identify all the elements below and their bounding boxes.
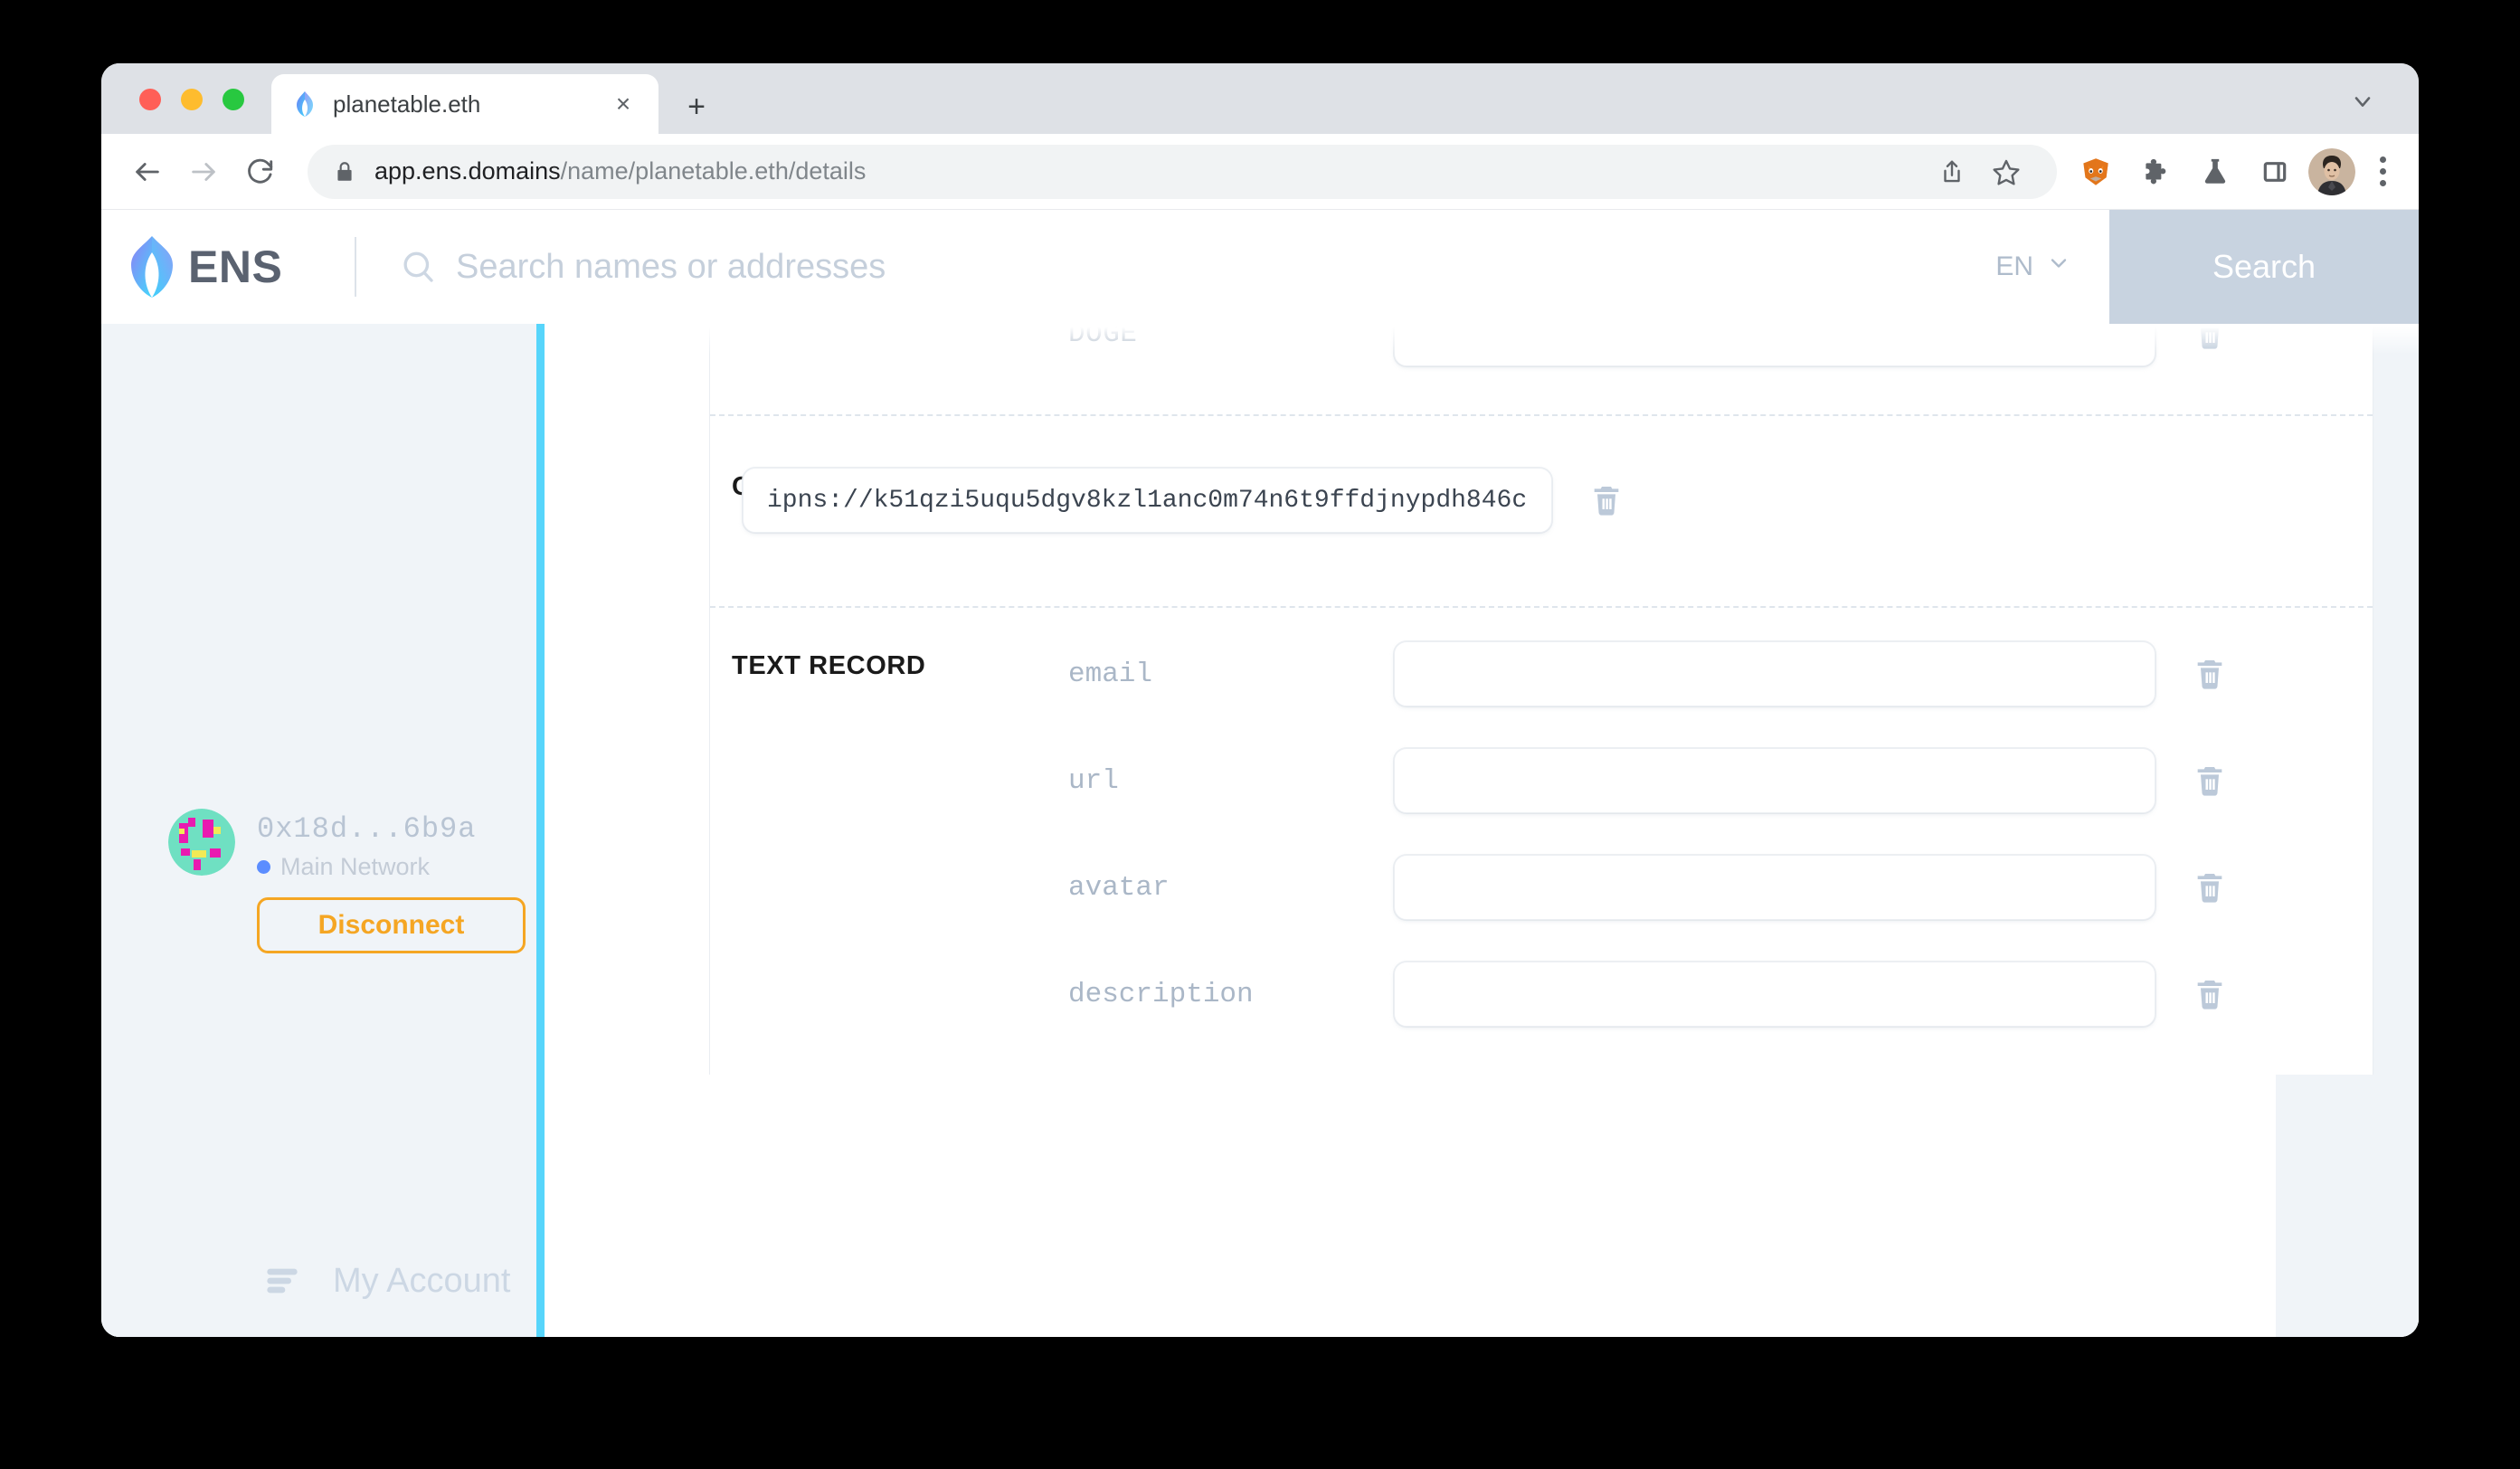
browser-window: planetable.eth × + app.ens.domains/name/…	[101, 63, 2419, 1337]
close-icon[interactable]: ×	[608, 89, 639, 119]
disconnect-button[interactable]: Disconnect	[257, 897, 526, 953]
record-key: DOGE	[1068, 324, 1138, 350]
record-key: avatar	[1068, 871, 1170, 904]
section-content: CONTENT	[710, 414, 2373, 606]
record-key: url	[1068, 764, 1119, 797]
ens-wordmark: ENS	[188, 242, 283, 292]
network-status-dot	[257, 860, 270, 874]
experiments-flask-icon[interactable]	[2189, 146, 2241, 198]
kebab-menu-icon[interactable]	[2363, 146, 2402, 198]
navigation-buttons	[101, 144, 288, 200]
sidebar-item-favourites[interactable]: Favourites	[262, 1324, 510, 1337]
search-button[interactable]: Search	[2109, 210, 2419, 324]
trash-icon[interactable]	[2190, 654, 2230, 694]
sidebar-item-my-account[interactable]: My Account	[262, 1237, 510, 1324]
forward-arrow-icon[interactable]	[175, 144, 232, 200]
records-card: LTC DOGE	[709, 324, 2373, 1075]
window-traffic-lights	[139, 89, 244, 110]
record-key: email	[1068, 658, 1153, 690]
extensions-puzzle-icon[interactable]	[2129, 146, 2182, 198]
text-record-rows: email url avatar description	[1068, 608, 2373, 1075]
close-window-button[interactable]	[139, 89, 161, 110]
side-panel-icon[interactable]	[2249, 146, 2301, 198]
addresses-rows: LTC DOGE	[1068, 324, 2373, 414]
trash-icon[interactable]	[2190, 761, 2230, 801]
section-addresses: LTC DOGE	[710, 324, 2373, 414]
browser-extensions	[2070, 146, 2419, 198]
chevron-down-icon	[2046, 251, 2071, 283]
url-host: app.ens.domains	[374, 157, 561, 185]
app-sidebar: 0x18d...6b9a Main Network Disconnect My …	[101, 324, 536, 1337]
trash-icon[interactable]	[1587, 480, 1626, 520]
record-value-input[interactable]	[1394, 855, 2155, 920]
account-panel: 0x18d...6b9a Main Network Disconnect	[168, 809, 526, 953]
record-row: email	[1068, 621, 2373, 727]
language-selector[interactable]: EN	[1957, 251, 2109, 283]
search-bar	[356, 247, 1958, 287]
trash-icon[interactable]	[2190, 974, 2230, 1014]
network-name: Main Network	[280, 853, 431, 880]
section-text-record: TEXT RECORD email url avatar description	[710, 606, 2373, 1075]
browser-toolbar: app.ens.domains/name/planetable.eth/deta…	[101, 134, 2419, 210]
trash-icon[interactable]	[2190, 867, 2230, 907]
record-value-input[interactable]	[1394, 962, 2155, 1027]
tab-title: planetable.eth	[333, 90, 481, 118]
lock-icon[interactable]	[333, 160, 356, 184]
maximize-window-button[interactable]	[223, 89, 244, 110]
record-key: description	[1068, 978, 1254, 1010]
metamask-extension-icon[interactable]	[2070, 146, 2122, 198]
list-lines-icon	[262, 1261, 302, 1301]
ens-logo-icon	[127, 234, 177, 299]
content-rows	[743, 416, 2373, 606]
reload-icon[interactable]	[232, 144, 288, 200]
account-address[interactable]: 0x18d...6b9a	[257, 812, 526, 846]
search-input[interactable]	[456, 247, 1958, 287]
star-icon[interactable]	[1981, 147, 2032, 197]
sidebar-nav: My Account Favourites ? FAQ	[262, 1237, 510, 1337]
record-value-input[interactable]	[1394, 748, 2155, 813]
back-arrow-icon[interactable]	[119, 144, 175, 200]
record-row: avatar	[1068, 834, 2373, 941]
url-path: /name/planetable.eth/details	[560, 157, 867, 185]
share-icon[interactable]	[1927, 147, 1977, 197]
records-panel: LTC DOGE	[545, 324, 2419, 1337]
profile-avatar[interactable]	[2308, 147, 2355, 195]
sidebar-accent-rail	[536, 324, 545, 1337]
account-info: 0x18d...6b9a Main Network Disconnect	[257, 809, 526, 953]
sidebar-item-label: My Account	[333, 1261, 511, 1300]
minimize-window-button[interactable]	[181, 89, 203, 110]
language-value: EN	[1995, 251, 2033, 281]
new-tab-button[interactable]: +	[680, 90, 713, 123]
chevron-down-icon[interactable]	[2350, 89, 2375, 114]
record-row: DOGE	[1068, 324, 2373, 387]
record-row: description	[1068, 941, 2373, 1047]
page-viewport: LTC DOGE	[101, 210, 2419, 1337]
address-bar[interactable]: app.ens.domains/name/planetable.eth/deta…	[308, 144, 2057, 199]
avatar	[168, 809, 235, 876]
record-value-input[interactable]	[1394, 641, 2155, 706]
section-label-text-record: TEXT RECORD	[732, 651, 926, 680]
ens-logo-icon	[291, 90, 318, 118]
record-row	[743, 447, 2373, 554]
trash-icon[interactable]	[2190, 324, 2230, 354]
browser-tabstrip: planetable.eth × +	[101, 63, 2419, 134]
record-row: url	[1068, 727, 2373, 834]
network-status: Main Network	[257, 853, 526, 881]
omnibox-actions	[1927, 147, 2032, 197]
ens-logo[interactable]: ENS	[101, 234, 355, 299]
content-value-input[interactable]	[743, 468, 1552, 533]
record-value-input[interactable]	[1394, 324, 2155, 366]
ens-header: ENS EN Search	[101, 210, 2419, 324]
search-icon	[400, 249, 436, 285]
browser-tab[interactable]: planetable.eth ×	[271, 74, 658, 134]
url-text: app.ens.domains/name/planetable.eth/deta…	[374, 157, 866, 185]
